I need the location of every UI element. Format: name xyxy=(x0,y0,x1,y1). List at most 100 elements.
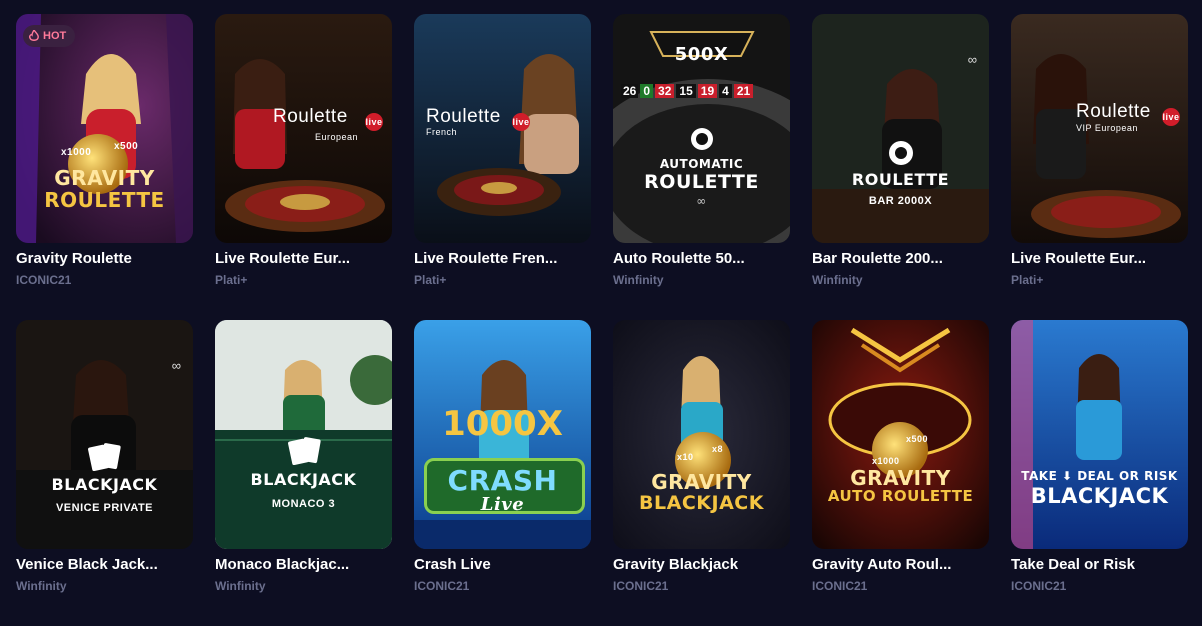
game-title[interactable]: Live Roulette Eur... xyxy=(1011,250,1176,267)
game-logo: BLACKJACK xyxy=(51,475,158,494)
game-card[interactable]: ∞ BLACKJACK VENICE PRIVATE Venice Black … xyxy=(16,320,193,626)
wheel-number: 32 xyxy=(655,84,675,98)
roulette-wheel-icon xyxy=(691,128,713,150)
game-thumbnail[interactable]: TAKE ⬇ DEAL OR RISK BLACKJACK xyxy=(1011,320,1188,549)
game-card[interactable]: TAKE ⬇ DEAL OR RISK BLACKJACK Take Deal … xyxy=(1011,320,1188,626)
game-title[interactable]: Gravity Roulette xyxy=(16,250,181,267)
game-logo-sub: VIP European xyxy=(1076,123,1138,133)
game-thumbnail[interactable]: Roulette live European xyxy=(215,14,392,243)
multiplier-chip: x1000 xyxy=(872,456,900,466)
game-logo-line2: Live xyxy=(480,494,525,515)
game-provider: ICONIC21 xyxy=(613,579,669,593)
game-logo: AUTOMATIC xyxy=(659,157,744,171)
game-provider: Winfinity xyxy=(613,273,664,287)
game-thumbnail[interactable]: x1000 x500 GRAVITY AUTO ROULETTE xyxy=(812,320,989,549)
game-logo-line2: BLACKJACK xyxy=(639,492,764,514)
game-thumbnail[interactable]: x10 x8 GRAVITY BLACKJACK xyxy=(613,320,790,549)
game-logo-sub: VENICE PRIVATE xyxy=(55,502,154,514)
hot-badge-label: HOT xyxy=(43,30,67,42)
game-card[interactable]: 500X 26 0 32 15 19 4 21 AUTOMATIC ROULET… xyxy=(613,14,790,320)
playing-cards-icon xyxy=(288,437,321,466)
game-logo-line2: BLACKJACK xyxy=(1030,484,1169,508)
game-logo: Roulette xyxy=(273,106,348,127)
wheel-number: 15 xyxy=(676,84,696,98)
wheel-numbers: 26 0 32 15 19 4 21 xyxy=(621,84,754,98)
game-title[interactable]: Auto Roulette 50... xyxy=(613,250,778,267)
multiplier-chip: x8 xyxy=(712,444,724,454)
game-title[interactable]: Live Roulette Fren... xyxy=(414,250,579,267)
wheel-number: 19 xyxy=(697,84,718,98)
infinity-icon: ∞ xyxy=(171,358,181,373)
game-logo: CRASH xyxy=(447,464,558,497)
game-thumbnail[interactable]: ∞ ROULETTE BAR 2000X xyxy=(812,14,989,243)
multiplier-chip: x10 xyxy=(677,452,694,462)
game-thumbnail[interactable]: HOT x1000 x500 GRAVITY ROULETTE xyxy=(16,14,193,243)
multiplier-chip: x500 xyxy=(114,141,139,152)
game-provider: ICONIC21 xyxy=(414,579,470,593)
game-card[interactable]: Roulette live European Live Roulette Eur… xyxy=(215,14,392,320)
game-provider: ICONIC21 xyxy=(812,579,868,593)
game-provider: Winfinity xyxy=(812,273,863,287)
game-logo-sub: MONACO 3 xyxy=(271,498,336,510)
game-thumbnail[interactable]: Roulette live VIP European xyxy=(1011,14,1188,243)
game-title[interactable]: Gravity Auto Roul... xyxy=(812,556,977,573)
game-provider: ICONIC21 xyxy=(16,273,72,287)
roulette-wheel-icon xyxy=(889,141,913,165)
game-logo: Roulette xyxy=(426,106,501,127)
game-title[interactable]: Live Roulette Eur... xyxy=(215,250,380,267)
game-title[interactable]: Take Deal or Risk xyxy=(1011,556,1176,573)
game-logo-sub: French xyxy=(426,127,458,137)
wheel-number: 4 xyxy=(719,84,732,98)
game-logo: GRAVITY xyxy=(54,166,155,190)
wheel-number: 21 xyxy=(733,84,754,98)
game-thumbnail[interactable]: Roulette live French xyxy=(414,14,591,243)
game-card[interactable]: BLACKJACK MONACO 3 Monaco Blackjac... Wi… xyxy=(215,320,392,626)
game-card[interactable]: Roulette live French Live Roulette Fren.… xyxy=(414,14,591,320)
game-provider: Plati+ xyxy=(1011,273,1044,287)
game-card[interactable]: x10 x8 GRAVITY BLACKJACK Gravity Blackja… xyxy=(613,320,790,626)
game-card[interactable]: 1000X CRASH Live Crash Live ICONIC21 xyxy=(414,320,591,626)
game-logo-line2: AUTO ROULETTE xyxy=(827,487,974,505)
game-provider: Winfinity xyxy=(16,579,67,593)
game-logo: Roulette xyxy=(1076,101,1151,122)
game-logo-line2: ROULETTE xyxy=(44,188,165,212)
multiplier-label: 500X xyxy=(674,44,729,65)
wheel-number: 0 xyxy=(640,84,654,98)
multiplier-chip: x500 xyxy=(906,434,929,444)
game-provider: Winfinity xyxy=(215,579,266,593)
game-thumbnail[interactable]: BLACKJACK MONACO 3 xyxy=(215,320,392,549)
game-logo-sub: BAR 2000X xyxy=(868,195,933,207)
game-title[interactable]: Bar Roulette 200... xyxy=(812,250,977,267)
game-logo: TAKE ⬇ DEAL OR RISK xyxy=(1021,469,1178,483)
game-card[interactable]: x1000 x500 GRAVITY AUTO ROULETTE Gravity… xyxy=(812,320,989,626)
game-logo: ROULETTE xyxy=(851,170,950,189)
game-title[interactable]: Gravity Blackjack xyxy=(613,556,778,573)
game-provider: Plati+ xyxy=(414,273,447,287)
game-logo: BLACKJACK xyxy=(250,470,357,489)
flame-icon xyxy=(29,30,39,41)
game-logo-sub: European xyxy=(315,132,359,142)
game-card[interactable]: Roulette live VIP European Live Roulette… xyxy=(1011,14,1188,320)
game-card[interactable]: HOT x1000 x500 GRAVITY ROULETTE Gravity … xyxy=(16,14,193,320)
game-title[interactable]: Venice Black Jack... xyxy=(16,556,181,573)
game-grid: HOT x1000 x500 GRAVITY ROULETTE Gravity … xyxy=(16,14,1188,626)
game-title[interactable]: Crash Live xyxy=(414,556,579,573)
game-logo-line2: ROULETTE xyxy=(644,171,759,193)
game-thumbnail[interactable]: ∞ BLACKJACK VENICE PRIVATE xyxy=(16,320,193,549)
game-provider: Plati+ xyxy=(215,273,248,287)
infinity-icon: ∞ xyxy=(967,52,977,67)
infinity-icon: ∞ xyxy=(696,194,707,208)
hot-badge: HOT xyxy=(23,25,76,47)
multiplier-label: 1000X xyxy=(442,404,563,444)
game-thumbnail[interactable]: 1000X CRASH Live xyxy=(414,320,591,549)
live-badge: live xyxy=(512,113,530,131)
multiplier-chip: x1000 xyxy=(61,147,92,158)
live-badge: live xyxy=(365,113,383,131)
game-card[interactable]: ∞ ROULETTE BAR 2000X Bar Roulette 200...… xyxy=(812,14,989,320)
playing-cards-icon xyxy=(88,443,121,472)
live-badge: live xyxy=(1162,108,1180,126)
game-title[interactable]: Monaco Blackjac... xyxy=(215,556,380,573)
game-provider: ICONIC21 xyxy=(1011,579,1067,593)
game-thumbnail[interactable]: 500X 26 0 32 15 19 4 21 AUTOMATIC ROULET… xyxy=(613,14,790,243)
wheel-number: 26 xyxy=(621,84,639,98)
